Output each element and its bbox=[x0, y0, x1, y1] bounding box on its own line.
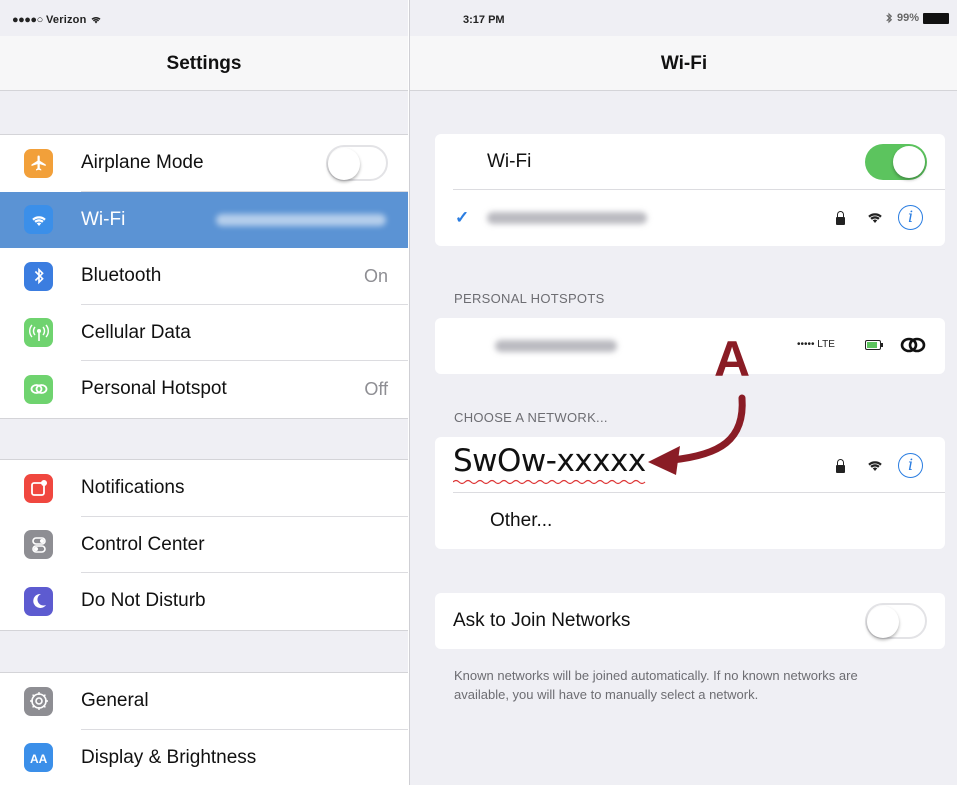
info-icon[interactable]: i bbox=[898, 205, 923, 230]
status-bar: ●●●●○ Verizon 3:17 PM 99% bbox=[0, 0, 957, 36]
wifi-toggle-label: Wi-Fi bbox=[487, 151, 532, 172]
carrier-info: ●●●●○ Verizon bbox=[12, 14, 102, 26]
info-icon[interactable]: i bbox=[898, 453, 923, 478]
connected-network-row[interactable]: ✓ i bbox=[435, 190, 945, 246]
signal-strength-icon: ●●●●○ bbox=[12, 14, 43, 26]
bluetooth-status-icon bbox=[886, 12, 893, 24]
gear-icon bbox=[24, 686, 53, 716]
connected-network-name-blurred bbox=[216, 213, 386, 226]
settings-row-label: Cellular Data bbox=[81, 321, 191, 343]
hotspot-row[interactable]: ••••• LTE bbox=[435, 318, 945, 374]
airplane-icon bbox=[24, 148, 53, 178]
wifi-status-icon bbox=[91, 16, 101, 24]
settings-row-label: Personal Hotspot bbox=[81, 378, 227, 400]
wifi-header: Wi-Fi bbox=[410, 36, 957, 91]
settings-row-label: Notifications bbox=[81, 477, 185, 499]
settings-row-notifications[interactable]: Notifications bbox=[0, 460, 408, 517]
connected-network-name-blurred bbox=[487, 212, 647, 224]
choose-network-header: CHOOSE A NETWORK... bbox=[454, 410, 608, 425]
wifi-toggle-row: Wi-Fi bbox=[435, 134, 945, 190]
settings-row-wifi[interactable]: Wi-Fi bbox=[0, 191, 408, 248]
battery-icon bbox=[923, 12, 949, 24]
bluetooth-status: On bbox=[363, 265, 388, 286]
checkmark-icon: ✓ bbox=[455, 208, 470, 227]
battery-percent: 99% bbox=[896, 12, 919, 24]
settings-group-notifications: Notifications Control Center Do Not Dist… bbox=[0, 459, 408, 631]
settings-group-connectivity: Airplane Mode Wi-Fi Bluetooth On Cellula… bbox=[0, 134, 408, 419]
ask-to-join-row: Ask to Join Networks bbox=[435, 593, 945, 649]
highlighted-network-name: SwOw-xxxxx bbox=[453, 443, 646, 479]
settings-row-display-brightness[interactable]: AA Display & Brightness bbox=[0, 730, 408, 785]
settings-row-control-center[interactable]: Control Center bbox=[0, 517, 408, 573]
wifi-title: Wi-Fi bbox=[660, 53, 708, 74]
settings-row-bluetooth[interactable]: Bluetooth On bbox=[0, 248, 408, 305]
hotspot-battery-icon bbox=[865, 340, 883, 350]
settings-row-general[interactable]: General bbox=[0, 673, 408, 730]
settings-row-label: Control Center bbox=[81, 533, 205, 555]
ask-to-join-card: Ask to Join Networks bbox=[435, 593, 945, 649]
personal-hotspots-card: ••••• LTE bbox=[435, 318, 945, 374]
settings-row-airplane-mode[interactable]: Airplane Mode bbox=[0, 135, 408, 192]
personal-hotspot-status: Off bbox=[364, 378, 388, 399]
spellcheck-underline bbox=[453, 479, 646, 485]
settings-row-label: Airplane Mode bbox=[81, 152, 204, 174]
settings-title: Settings bbox=[166, 53, 242, 74]
ask-to-join-label: Ask to Join Networks bbox=[453, 610, 631, 631]
svg-text:AA: AA bbox=[30, 752, 48, 765]
carrier-name: Verizon bbox=[46, 14, 87, 26]
settings-row-personal-hotspot[interactable]: Personal Hotspot Off bbox=[0, 361, 408, 418]
settings-row-label: Bluetooth bbox=[81, 265, 162, 287]
other-network-label: Other... bbox=[490, 510, 553, 531]
control-center-icon bbox=[24, 530, 53, 560]
airplane-mode-toggle[interactable] bbox=[326, 145, 388, 182]
wifi-detail-pane: Wi-Fi Wi-Fi ✓ i PERSONAL HOTSPOTS ••••• … bbox=[409, 0, 957, 785]
hotspot-icon bbox=[24, 374, 53, 404]
settings-row-label: Do Not Disturb bbox=[81, 590, 206, 612]
battery-status: 99% bbox=[885, 12, 949, 24]
settings-row-do-not-disturb[interactable]: Do Not Disturb bbox=[0, 573, 408, 630]
status-time: 3:17 PM bbox=[463, 14, 505, 26]
cellular-icon bbox=[24, 318, 53, 348]
lock-icon bbox=[836, 459, 845, 473]
hotspot-link-icon bbox=[900, 337, 926, 353]
wifi-main-card: Wi-Fi ✓ i bbox=[435, 134, 945, 246]
settings-pane: Settings Airplane Mode Wi-Fi Bluetooth O… bbox=[0, 0, 408, 785]
ask-to-join-toggle[interactable] bbox=[865, 603, 927, 639]
hotspot-name-blurred bbox=[495, 340, 617, 352]
moon-icon bbox=[24, 586, 53, 616]
settings-header: Settings bbox=[0, 36, 408, 91]
wifi-signal-icon bbox=[868, 213, 882, 223]
hotspot-signal-status: ••••• LTE bbox=[797, 339, 835, 350]
personal-hotspots-header: PERSONAL HOTSPOTS bbox=[454, 291, 605, 306]
annotation-letter: A bbox=[714, 331, 751, 387]
wifi-icon bbox=[24, 205, 53, 235]
bluetooth-icon bbox=[24, 261, 53, 291]
settings-group-general: General AA Display & Brightness bbox=[0, 672, 408, 785]
settings-row-label: Display & Brightness bbox=[81, 746, 257, 768]
lock-icon bbox=[836, 211, 845, 225]
notifications-icon bbox=[24, 473, 53, 503]
ask-to-join-footnote: Known networks will be joined automatica… bbox=[454, 668, 858, 702]
display-brightness-icon: AA bbox=[24, 743, 53, 773]
wifi-signal-icon bbox=[868, 461, 882, 471]
settings-row-label: General bbox=[81, 690, 149, 712]
network-row-other[interactable]: Other... bbox=[435, 493, 945, 549]
wifi-toggle[interactable] bbox=[865, 144, 927, 180]
settings-row-label: Wi-Fi bbox=[81, 208, 126, 230]
settings-row-cellular-data[interactable]: Cellular Data bbox=[0, 305, 408, 361]
